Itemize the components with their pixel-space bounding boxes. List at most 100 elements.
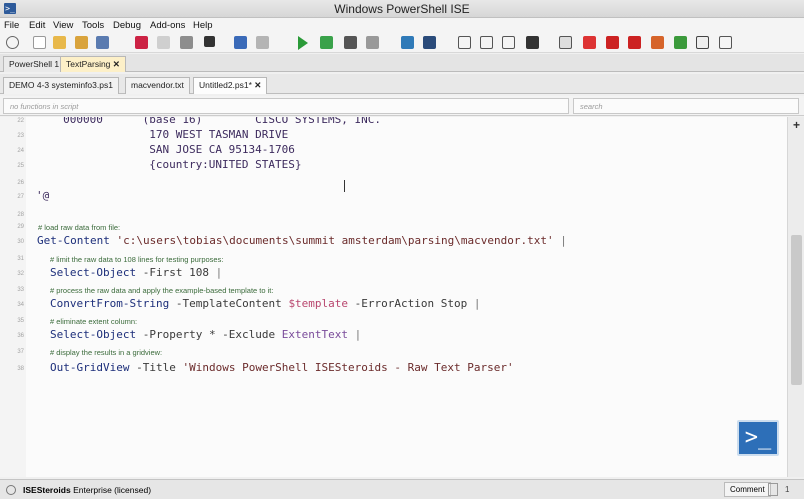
cut-icon[interactable] — [135, 36, 148, 49]
menu-tools[interactable]: Tools — [82, 20, 104, 31]
functions-dropdown[interactable]: no functions in script — [3, 98, 569, 114]
menu-bar: File Edit View Tools Debug Add-ons Help — [0, 18, 804, 33]
code-text: 170 WEST TASMAN DRIVE — [30, 128, 289, 141]
addon-red3-icon[interactable] — [628, 36, 641, 49]
tab-label: PowerShell 1 — [9, 59, 60, 69]
product-name: ISESteroids — [23, 485, 71, 495]
code-comment: # process the raw data and apply the exa… — [50, 286, 274, 295]
script-tabs: DEMO 4-3 systeminfo3.ps1 macvendor.txt U… — [0, 74, 804, 94]
code-line: 36 Select-Object -Property * -Exclude Ex… — [0, 327, 787, 344]
tab-label: DEMO 4-3 systeminfo3.ps1 — [9, 80, 113, 90]
script-editor[interactable]: 22 000000 (base 16) CISCO SYSTEMS, INC. … — [0, 117, 787, 477]
line-number: 35 — [17, 318, 24, 324]
close-icon[interactable]: ✕ — [254, 80, 261, 90]
line-number: 37 — [17, 349, 24, 355]
code-text: Select-Object -Property * -Exclude Exten… — [50, 328, 361, 341]
line-number: 24 — [17, 148, 24, 154]
code-text: Get-Content 'c:\users\tobias\documents\s… — [37, 234, 567, 247]
argument-token: ExtentText — [281, 328, 349, 341]
function-filter-row: no functions in script search — [0, 96, 804, 116]
string-token: 'Windows PowerShell ISESteroids - Raw Te… — [182, 361, 514, 374]
remote-tab-icon[interactable] — [401, 36, 414, 49]
param-token: -ErrorAction Stop — [348, 297, 468, 310]
code-line: 32 Select-Object -First 108 | — [0, 265, 787, 282]
copy-icon[interactable] — [157, 36, 170, 49]
tab-demo-systeminfo[interactable]: DEMO 4-3 systeminfo3.ps1 — [3, 77, 119, 94]
menu-addons[interactable]: Add-ons — [150, 20, 185, 31]
comment-button[interactable]: Comment — [724, 482, 771, 497]
menu-edit[interactable]: Edit — [29, 20, 45, 31]
variable-token: $template — [288, 297, 349, 310]
tab-untitled2[interactable]: Untitled2.ps1* ✕ — [193, 77, 268, 94]
debug-icon[interactable] — [366, 36, 379, 49]
code-line: 37 # display the results in a gridview: — [0, 343, 787, 360]
code-line: 38 Out-GridView -Title 'Windows PowerShe… — [0, 360, 787, 377]
cmdlet-token: ConvertFrom-String — [50, 297, 170, 310]
run-selection-icon[interactable] — [320, 36, 333, 49]
tab-textparsing[interactable]: TextParsing ✕ — [60, 56, 126, 72]
layout-console-icon[interactable] — [526, 36, 539, 49]
open-file-icon[interactable] — [53, 36, 66, 49]
code-text: {country:UNITED STATES} — [30, 158, 302, 171]
expand-plus-icon[interactable]: + — [790, 119, 803, 132]
addon-red2-icon[interactable] — [606, 36, 619, 49]
cmdlet-token: Select-Object — [50, 328, 137, 341]
new-file-icon[interactable] — [33, 36, 46, 49]
code-text: Out-GridView -Title 'Windows PowerShell … — [50, 361, 514, 374]
redo-icon[interactable] — [256, 36, 269, 49]
run-script-icon[interactable] — [298, 36, 308, 50]
addon-panel-icon[interactable] — [559, 36, 572, 49]
search-input[interactable]: search — [573, 98, 799, 114]
layout-top-icon[interactable] — [458, 36, 471, 49]
console-icon[interactable] — [423, 36, 436, 49]
save-icon[interactable] — [96, 36, 109, 49]
addon-tile-icon[interactable] — [719, 36, 732, 49]
close-icon[interactable]: ✕ — [113, 59, 120, 69]
param-token: -First 108 — [136, 266, 209, 279]
addon-orange-icon[interactable] — [651, 36, 664, 49]
pipe-token: | — [553, 234, 567, 247]
tab-label: TextParsing — [66, 59, 111, 69]
mouse-ibeam-cursor — [344, 180, 350, 192]
pipe-token: | — [348, 328, 362, 341]
open-folder-icon[interactable] — [75, 36, 88, 49]
cmdlet-token: Out-GridView — [50, 361, 130, 374]
paste-icon[interactable] — [180, 36, 193, 49]
addon-window-icon[interactable] — [696, 36, 709, 49]
tab-macvendor[interactable]: macvendor.txt — [125, 77, 190, 94]
string-token: 'c:\users\tobias\documents\summit amster… — [109, 234, 554, 247]
stop-icon[interactable] — [344, 36, 357, 49]
line-number: 30 — [17, 239, 24, 245]
zoom-value: 1 — [785, 485, 790, 494]
vertical-scrollbar[interactable]: + — [787, 117, 804, 477]
options-icon[interactable] — [6, 36, 19, 49]
line-number: 33 — [17, 287, 24, 293]
menu-view[interactable]: View — [53, 20, 73, 31]
undo-icon[interactable] — [234, 36, 247, 49]
menu-help[interactable]: Help — [193, 20, 213, 31]
tab-label: Untitled2.ps1* — [199, 80, 252, 90]
powershell-console-icon[interactable]: >_ — [737, 420, 779, 456]
prompt-icon[interactable] — [204, 36, 215, 47]
scrollbar-thumb[interactable] — [791, 235, 802, 385]
layout-max-icon[interactable] — [502, 36, 515, 49]
layout-right-icon[interactable] — [480, 36, 493, 49]
zoom-icon[interactable] — [768, 483, 778, 496]
addon-red-icon[interactable] — [583, 36, 596, 49]
title-bar: >_ Windows PowerShell ISE — [0, 0, 804, 18]
steroids-icon — [6, 485, 16, 495]
window-title: Windows PowerShell ISE — [334, 2, 470, 16]
license-status: Enterprise (licensed) — [70, 485, 152, 495]
tab-powershell-1[interactable]: PowerShell 1 — [3, 56, 66, 72]
line-number: 26 — [17, 180, 24, 186]
param-token: -Property * -Exclude — [136, 328, 282, 341]
menu-file[interactable]: File — [4, 20, 19, 31]
code-comment: # limit the raw data to 108 lines for te… — [50, 255, 224, 264]
addon-check-icon[interactable] — [674, 36, 687, 49]
pipe-token: | — [467, 297, 481, 310]
line-number: 29 — [17, 224, 24, 230]
line-number: 36 — [17, 333, 24, 339]
menu-debug[interactable]: Debug — [113, 20, 141, 31]
code-text: 000000 (base 16) CISCO SYSTEMS, INC. — [30, 117, 381, 126]
code-line: 25 {country:UNITED STATES} — [0, 157, 787, 174]
